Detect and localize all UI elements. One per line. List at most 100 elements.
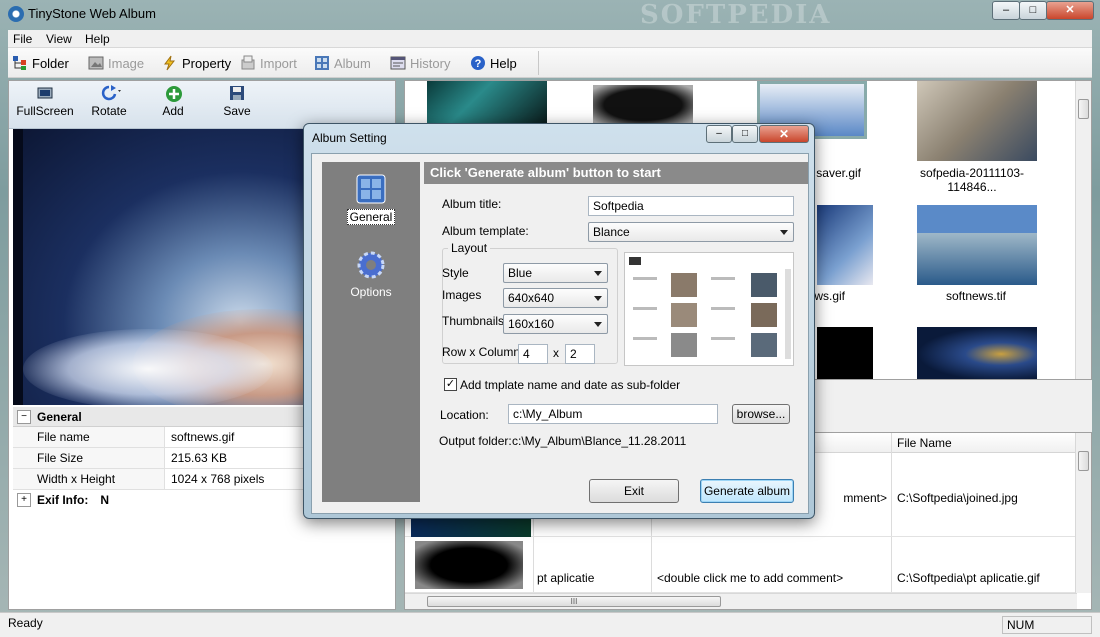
template-preview [624, 252, 794, 366]
album-button[interactable]: Album [314, 55, 371, 71]
nav-options-label: Options [350, 285, 392, 299]
layout-label: Layout [448, 241, 491, 255]
folder-label: Folder [32, 55, 69, 71]
dialog-minimize-button[interactable]: – [706, 125, 732, 143]
property-key: Width x Height [13, 469, 165, 489]
close-button[interactable]: ✕ [1046, 1, 1094, 20]
subfolder-checkbox-label: Add tmplate name and date as sub-folder [460, 378, 681, 392]
save-button[interactable]: Save [207, 85, 267, 118]
minimize-button[interactable]: – [992, 1, 1020, 20]
menu-bar: File View Help [8, 30, 1092, 48]
rotate-label: Rotate [91, 104, 127, 118]
thumbnail[interactable] [593, 85, 693, 125]
property-key: File Size [13, 448, 165, 468]
fullscreen-button[interactable]: FullScreen [15, 85, 75, 118]
general-icon [356, 174, 386, 204]
status-bar: Ready NUM [0, 612, 1100, 637]
comment-cell[interactable]: <double click me to add comment> [657, 571, 843, 585]
history-label: History [410, 55, 451, 71]
output-folder-label: Output folder: [439, 434, 512, 448]
lightning-icon [162, 55, 178, 71]
dialog-maximize-button[interactable]: □ [732, 125, 758, 143]
chevron-down-icon [780, 230, 788, 235]
image-label: Image [108, 55, 145, 71]
album-title-input[interactable]: Softpedia [588, 196, 794, 216]
collapse-icon[interactable]: − [17, 409, 31, 424]
fullscreen-icon [37, 85, 53, 101]
subfolder-checkbox[interactable]: ✓ [444, 378, 457, 391]
nav-general[interactable]: General [322, 174, 420, 225]
exit-button[interactable]: Exit [589, 479, 679, 503]
thumbnail-caption: sofpedia-20111103-114846... [919, 166, 1025, 194]
location-input[interactable]: c:\My_Album [508, 404, 718, 424]
grid-vertical-scrollbar[interactable] [1075, 433, 1091, 593]
help-label: Help [490, 55, 517, 71]
thumbnail[interactable] [917, 205, 1037, 285]
template-preview-image [629, 257, 791, 359]
thumbnail[interactable] [917, 327, 1037, 379]
table-row[interactable]: pt aplicatie <double click me to add com… [405, 537, 1077, 593]
menu-file[interactable]: File [13, 32, 32, 46]
style-label: Style [442, 266, 469, 280]
save-label: Save [223, 104, 251, 118]
thumbnail-caption: softnews.tif [945, 289, 1007, 303]
menu-help[interactable]: Help [85, 32, 110, 46]
expand-icon[interactable]: + [17, 493, 31, 507]
add-label: Add [162, 104, 184, 118]
file-name-column-header[interactable]: File Name [897, 436, 952, 450]
import-icon [240, 55, 256, 71]
style-value: Blue [508, 266, 533, 280]
file-name-cell: C:\Softpedia\joined.jpg [897, 491, 1018, 505]
settings-nav: General Options [322, 162, 420, 502]
thumbnail[interactable] [917, 81, 1037, 161]
folder-button[interactable]: Folder [12, 55, 69, 71]
album-template-label: Album template: [442, 224, 529, 238]
output-folder-value: c:\My_Album\Blance_11.28.2011 [512, 434, 687, 448]
file-name-cell: C:\Softpedia\pt aplicatie.gif [897, 571, 1040, 585]
add-button[interactable]: Add [143, 85, 203, 118]
property-value: softnews.gif [171, 430, 235, 444]
property-button[interactable]: Property [162, 55, 231, 71]
folder-tree-icon [12, 55, 28, 71]
row-column-label: Row x Column: [442, 345, 524, 359]
thumbnail[interactable] [817, 205, 873, 285]
property-value: 1024 x 768 pixels [171, 472, 265, 486]
browse-button[interactable]: browse... [732, 404, 790, 424]
columns-input[interactable]: 2 [565, 344, 595, 364]
thumbnail-scrollbar[interactable] [1075, 81, 1091, 379]
album-template-select[interactable]: Blance [588, 222, 794, 242]
thumbnails-value: 160x160 [508, 317, 555, 331]
chevron-down-icon [594, 271, 602, 276]
thumbnails-select[interactable]: 160x160 [503, 314, 608, 334]
location-label: Location: [440, 408, 489, 422]
grid-horizontal-scrollbar[interactable]: III [405, 593, 1077, 609]
history-button[interactable]: History [390, 55, 450, 71]
property-value: 215.63 KB [171, 451, 228, 465]
album-setting-dialog: Album Setting – □ ✕ General Options Clic… [303, 123, 815, 519]
dialog-close-button[interactable]: ✕ [759, 125, 809, 143]
album-template-value: Blance [593, 225, 630, 239]
status-text: Ready [8, 616, 43, 630]
nav-options[interactable]: Options [322, 250, 420, 299]
style-select[interactable]: Blue [503, 263, 608, 283]
menu-view[interactable]: View [46, 32, 72, 46]
import-button[interactable]: Import [240, 55, 297, 71]
chevron-down-icon [594, 296, 602, 301]
thumbnail[interactable] [817, 327, 873, 379]
dialog-title: Album Setting [312, 131, 387, 145]
images-select[interactable]: 640x640 [503, 288, 608, 308]
rows-input[interactable]: 4 [518, 344, 548, 364]
image-button[interactable]: Image [88, 55, 144, 71]
rotate-button[interactable]: Rotate [79, 85, 139, 118]
help-icon: ? [470, 55, 486, 71]
watermark: SOFTPEDIA [640, 0, 832, 30]
maximize-button[interactable]: □ [1019, 1, 1047, 20]
generate-album-button[interactable]: Generate album [700, 479, 794, 503]
images-value: 640x640 [508, 291, 555, 305]
import-label: Import [260, 55, 297, 71]
toolbar-separator [538, 51, 539, 75]
num-lock-indicator: NUM [1002, 616, 1092, 634]
help-button[interactable]: ? Help [470, 55, 517, 71]
thumbnail[interactable] [427, 81, 547, 125]
chevron-down-icon [594, 322, 602, 327]
